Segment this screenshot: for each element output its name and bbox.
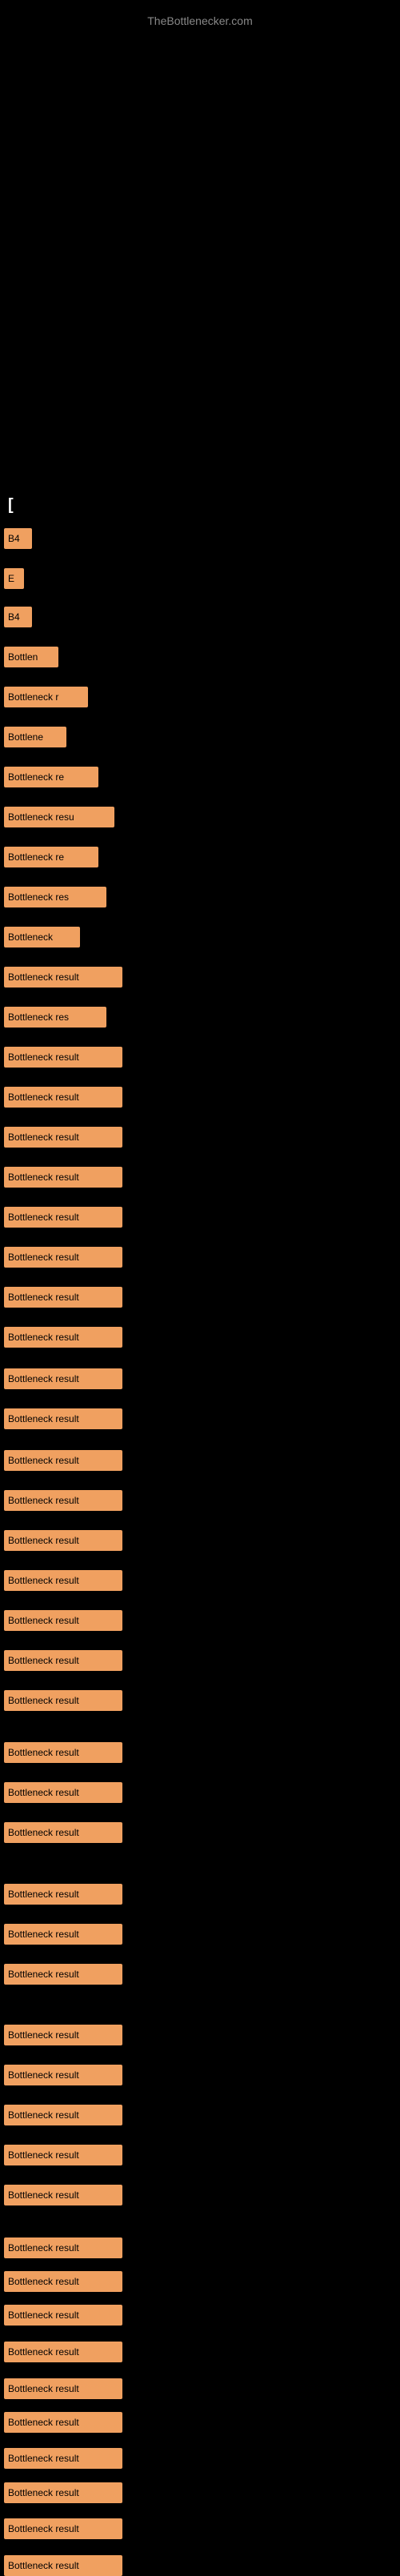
bottleneck-item-20: Bottleneck result	[4, 1327, 122, 1348]
bottleneck-item-10: Bottleneck	[4, 927, 80, 947]
bottleneck-item-45: Bottleneck result	[4, 2378, 122, 2399]
bottleneck-item-15: Bottleneck result	[4, 1127, 122, 1148]
bottleneck-item-47: Bottleneck result	[4, 2448, 122, 2469]
bottleneck-item-8: Bottleneck re	[4, 847, 98, 867]
bottleneck-item-22: Bottleneck result	[4, 1408, 122, 1429]
bottleneck-item-46: Bottleneck result	[4, 2412, 122, 2433]
bottleneck-item-39: Bottleneck result	[4, 2145, 122, 2165]
bottleneck-item-2: B4	[4, 607, 32, 627]
bottleneck-item-19: Bottleneck result	[4, 1287, 122, 1308]
bottleneck-item-6: Bottleneck re	[4, 767, 98, 787]
bottleneck-item-33: Bottleneck result	[4, 1884, 122, 1905]
bottleneck-item-44: Bottleneck result	[4, 2342, 122, 2362]
bottleneck-item-0: B4	[4, 528, 32, 549]
bottleneck-item-28: Bottleneck result	[4, 1650, 122, 1671]
bottleneck-item-26: Bottleneck result	[4, 1570, 122, 1591]
bottleneck-item-14: Bottleneck result	[4, 1087, 122, 1108]
bottleneck-item-4: Bottleneck r	[4, 687, 88, 707]
bottleneck-item-18: Bottleneck result	[4, 1247, 122, 1268]
bottleneck-item-36: Bottleneck result	[4, 2025, 122, 2045]
bottleneck-item-13: Bottleneck result	[4, 1047, 122, 1068]
bottleneck-item-9: Bottleneck res	[4, 887, 106, 907]
bottleneck-item-27: Bottleneck result	[4, 1610, 122, 1631]
bottleneck-item-31: Bottleneck result	[4, 1782, 122, 1803]
bottleneck-item-38: Bottleneck result	[4, 2105, 122, 2125]
bottleneck-item-41: Bottleneck result	[4, 2237, 122, 2258]
bottleneck-item-1: E	[4, 568, 24, 589]
bottleneck-item-23: Bottleneck result	[4, 1450, 122, 1471]
bottleneck-item-25: Bottleneck result	[4, 1530, 122, 1551]
bottleneck-item-16: Bottleneck result	[4, 1167, 122, 1188]
section-label: [	[8, 496, 14, 515]
bottleneck-item-5: Bottlene	[4, 727, 66, 747]
bottleneck-item-40: Bottleneck result	[4, 2185, 122, 2205]
bottleneck-item-32: Bottleneck result	[4, 1822, 122, 1843]
bottleneck-item-21: Bottleneck result	[4, 1368, 122, 1389]
bottleneck-item-7: Bottleneck resu	[4, 807, 114, 827]
bottleneck-item-24: Bottleneck result	[4, 1490, 122, 1511]
bottleneck-item-17: Bottleneck result	[4, 1207, 122, 1228]
bottleneck-item-35: Bottleneck result	[4, 1964, 122, 1985]
bottleneck-item-37: Bottleneck result	[4, 2065, 122, 2085]
bottleneck-item-3: Bottlen	[4, 647, 58, 667]
bottleneck-item-29: Bottleneck result	[4, 1690, 122, 1711]
bottleneck-item-48: Bottleneck result	[4, 2482, 122, 2503]
bottleneck-item-30: Bottleneck result	[4, 1742, 122, 1763]
bottleneck-item-49: Bottleneck result	[4, 2518, 122, 2539]
bottleneck-item-43: Bottleneck result	[4, 2305, 122, 2326]
bottleneck-item-50: Bottleneck result	[4, 2555, 122, 2576]
bottleneck-item-34: Bottleneck result	[4, 1924, 122, 1945]
bottleneck-item-11: Bottleneck result	[4, 967, 122, 988]
bottleneck-item-42: Bottleneck result	[4, 2271, 122, 2292]
bottleneck-item-12: Bottleneck res	[4, 1007, 106, 1028]
site-title: TheBottlenecker.com	[0, 6, 400, 35]
